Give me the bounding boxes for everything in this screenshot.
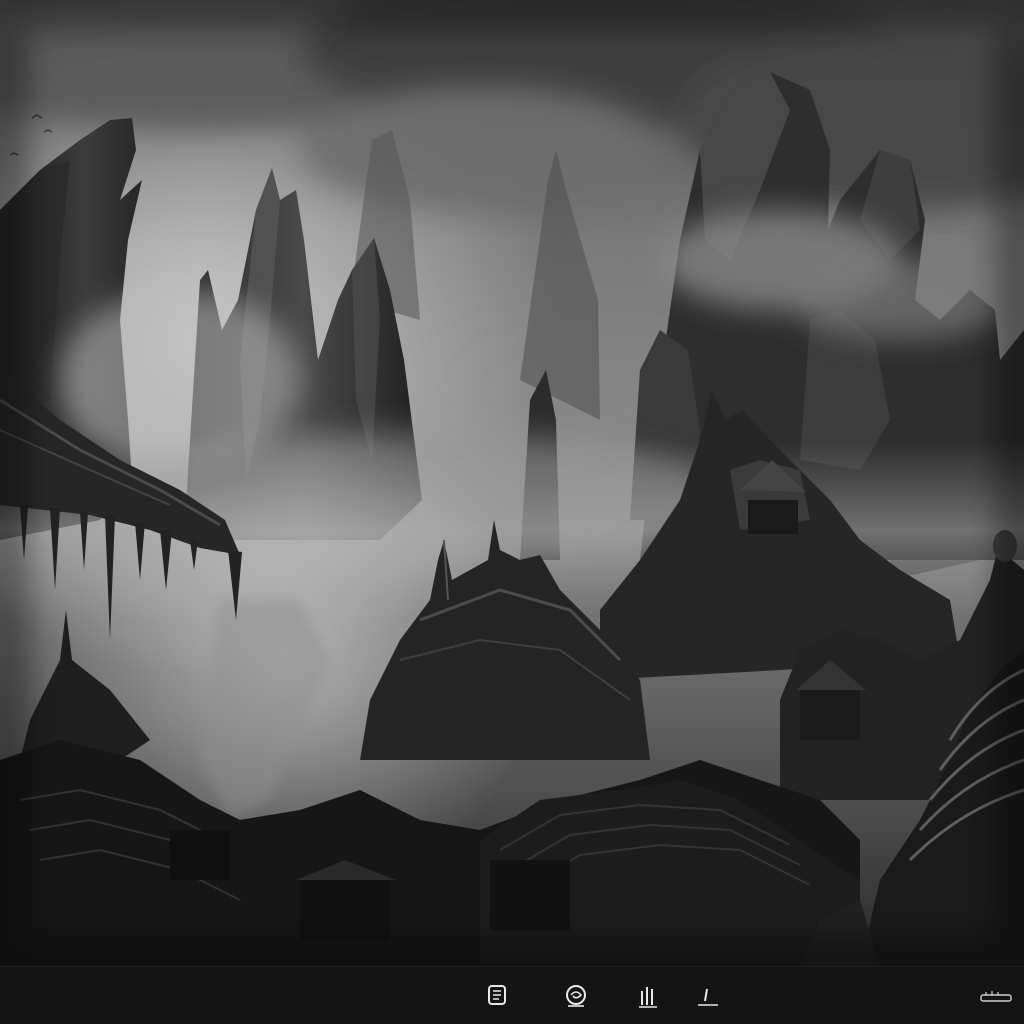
system-tray-icon[interactable] bbox=[978, 989, 1014, 1005]
app-glyph-1-icon[interactable] bbox=[484, 981, 512, 1011]
fantasy-landscape-image bbox=[0, 0, 1024, 966]
app-glyph-4-icon[interactable] bbox=[694, 981, 722, 1011]
taskbar bbox=[0, 966, 1024, 1024]
app-glyph-2-icon[interactable] bbox=[562, 981, 590, 1011]
app-glyph-3-icon[interactable] bbox=[634, 981, 662, 1011]
screen bbox=[0, 0, 1024, 1024]
